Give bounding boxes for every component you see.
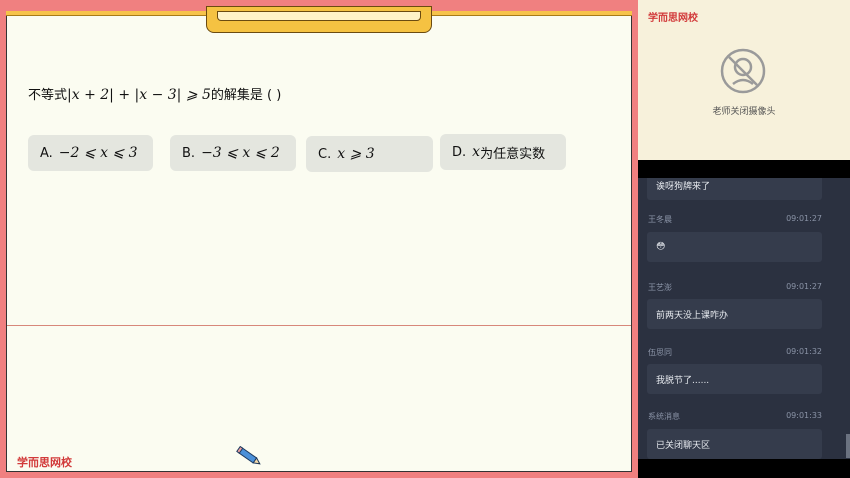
- board-logo: 学而思网校: [17, 456, 72, 469]
- pencil-icon[interactable]: [236, 446, 264, 468]
- chat-message: 诶呀狗牌来了: [647, 178, 822, 200]
- chat-time: 09:01:32: [786, 347, 822, 356]
- option-d[interactable]: D. x 为任意实数: [440, 134, 566, 170]
- chat-panel[interactable]: 诶呀狗牌来了 王冬晨 09:01:27 😳 王艺澎 09:01:27 前两天没上…: [638, 178, 850, 459]
- chat-sender: 王冬晨: [648, 215, 672, 224]
- chat-message: 已关闭聊天区: [647, 429, 822, 459]
- question-suffix: 的解集是 ( ): [210, 88, 282, 103]
- option-math: x: [472, 144, 481, 160]
- option-b[interactable]: B. −3 ⩽ x ⩽ 2: [170, 135, 296, 171]
- whiteboard: [6, 12, 632, 472]
- option-letter: C.: [318, 146, 332, 162]
- board-clip: [206, 6, 432, 33]
- chat-time: 09:01:27: [786, 214, 822, 223]
- question-prefix: 不等式: [28, 88, 68, 103]
- chat-scrollbar[interactable]: [846, 434, 850, 458]
- chat-sender: 伍思同: [648, 348, 672, 357]
- chat-time: 09:01:33: [786, 411, 822, 420]
- option-math: −2 ⩽ x ⩽ 3: [58, 145, 138, 161]
- camera-off-icon: [720, 48, 766, 94]
- camera-status: 老师关闭摄像头: [712, 107, 776, 117]
- option-a[interactable]: A. −2 ⩽ x ⩽ 3: [28, 135, 153, 171]
- question-text: 不等式|x + 2| + |x − 3| ⩾ 5的解集是 ( ): [28, 84, 281, 103]
- option-text: 为任意实数: [480, 146, 546, 162]
- chat-message: 我脱节了......: [647, 364, 822, 394]
- board-divider: [7, 325, 631, 326]
- option-letter: A.: [40, 145, 53, 161]
- chat-time: 09:01:27: [786, 282, 822, 291]
- option-c[interactable]: C. x ⩾ 3: [306, 136, 433, 172]
- question-math: |x + 2| + |x − 3| ⩾ 5: [67, 87, 211, 103]
- chat-sender: 系统消息: [648, 412, 680, 421]
- chat-message: 前两天没上课咋办: [647, 299, 822, 329]
- option-math: x ⩾ 3: [337, 146, 375, 162]
- panel-logo: 学而思网校: [648, 13, 698, 24]
- panel-divider: [638, 160, 850, 178]
- option-letter: D.: [452, 144, 467, 160]
- chat-sender: 王艺澎: [648, 283, 672, 292]
- chat-message: 😳: [647, 232, 822, 262]
- option-letter: B.: [182, 145, 196, 161]
- option-math: −3 ⩽ x ⩽ 2: [201, 145, 280, 161]
